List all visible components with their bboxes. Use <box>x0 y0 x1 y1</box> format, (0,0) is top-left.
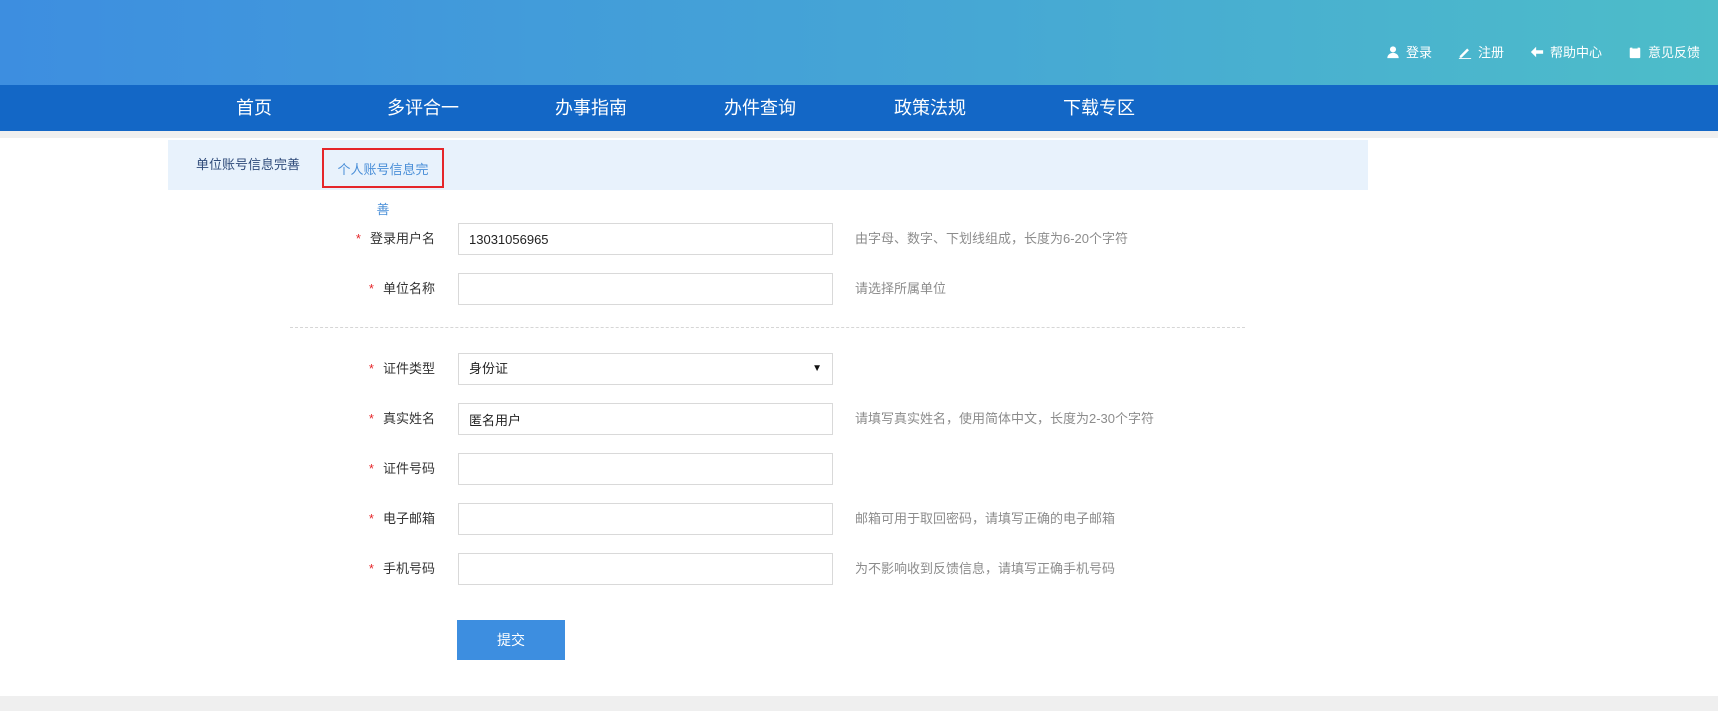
phone-label: * 手机号码 <box>368 561 435 576</box>
phone-hint: 为不影响收到反馈信息，请填写正确手机号码 <box>855 561 1116 576</box>
unit-row: * 单位名称 请选择所属单位 <box>0 273 1718 305</box>
real-name-input[interactable] <box>458 403 833 435</box>
required-mark: * <box>368 511 374 526</box>
feedback-icon <box>1629 45 1641 58</box>
tab-personal-account[interactable]: 个人账号信息完善 <box>322 148 444 217</box>
id-type-label: * 证件类型 <box>368 361 435 376</box>
username-hint: 由字母、数字、下划线组成，长度为6-20个字符 <box>855 231 1129 246</box>
caret-down-icon: ▼ <box>812 363 822 374</box>
main-nav: 首页 多评合一 办事指南 办件查询 政策法规 下载专区 <box>0 85 1718 131</box>
main-content: 单位账号信息完善 个人账号信息完善 *登录用户名 由字母、数字、下划线组成，长度… <box>0 138 1718 696</box>
required-mark: * <box>368 281 374 296</box>
register-link-label: 注册 <box>1477 45 1504 60</box>
tab-bar: 单位账号信息完善 个人账号信息完善 <box>168 140 1368 217</box>
site-header: 登录 注册 帮助中心 意见反馈 <box>0 0 1718 85</box>
email-hint: 邮箱可用于取回密码，请填写正确的电子邮箱 <box>855 511 1116 526</box>
real-name-row: *真实姓名 请填写真实姓名，使用简体中文，长度为2-30个字符 <box>0 403 1718 435</box>
phone-row: * 手机号码 为不影响收到反馈信息，请填写正确手机号码 <box>0 553 1718 585</box>
id-number-input[interactable] <box>458 453 833 485</box>
email-input[interactable] <box>458 503 833 535</box>
required-mark: * <box>368 561 374 576</box>
feedback-link[interactable]: 意见反馈 <box>1628 42 1700 61</box>
unit-label: * 单位名称 <box>368 281 435 296</box>
required-mark: * <box>368 411 374 426</box>
id-type-select[interactable]: 身份证 ▼ <box>458 353 833 385</box>
register-link[interactable]: 注册 <box>1458 42 1504 61</box>
required-mark: * <box>368 361 374 376</box>
unit-input[interactable] <box>458 273 833 305</box>
id-type-row: * 证件类型 身份证 ▼ <box>0 353 1718 385</box>
id-number-row: * 证件号码 <box>0 453 1718 485</box>
nav-multi-review[interactable]: 多评合一 <box>387 85 459 131</box>
tab-company-account[interactable]: 单位账号信息完善 <box>196 140 300 190</box>
nav-home[interactable]: 首页 <box>236 85 272 131</box>
unit-hint: 请选择所属单位 <box>855 281 947 296</box>
login-link[interactable]: 登录 <box>1386 42 1432 61</box>
email-label: * 电子邮箱 <box>368 511 435 526</box>
feedback-link-label: 意见反馈 <box>1647 45 1700 60</box>
login-link-label: 登录 <box>1405 45 1432 60</box>
help-center-link[interactable]: 帮助中心 <box>1530 42 1602 61</box>
nav-download[interactable]: 下载专区 <box>1063 85 1135 131</box>
help-arrow-icon <box>1530 46 1544 57</box>
pencil-icon <box>1458 48 1472 59</box>
required-mark: * <box>368 461 374 476</box>
username-label: * 登录用户名 <box>355 231 435 246</box>
nav-guide[interactable]: 办事指南 <box>555 85 627 131</box>
username-row: *登录用户名 由字母、数字、下划线组成，长度为6-20个字符 <box>0 223 1718 255</box>
top-links: 登录 注册 帮助中心 意见反馈 <box>1386 42 1700 61</box>
email-row: * 电子邮箱 邮箱可用于取回密码，请填写正确的电子邮箱 <box>0 503 1718 535</box>
username-input[interactable] <box>458 223 833 255</box>
required-mark: * <box>355 231 361 246</box>
id-number-label: * 证件号码 <box>368 461 435 476</box>
help-center-link-label: 帮助中心 <box>1549 45 1602 60</box>
phone-input[interactable] <box>458 553 833 585</box>
id-type-value: 身份证 <box>469 361 509 376</box>
section-divider <box>290 327 1245 328</box>
nav-query[interactable]: 办件查询 <box>724 85 796 131</box>
real-name-hint: 请填写真实姓名，使用简体中文，长度为2-30个字符 <box>855 411 1155 426</box>
user-icon <box>1387 45 1399 58</box>
submit-button[interactable]: 提交 <box>457 620 565 660</box>
real-name-label: * 真实姓名 <box>368 411 435 426</box>
nav-policy[interactable]: 政策法规 <box>894 85 966 131</box>
